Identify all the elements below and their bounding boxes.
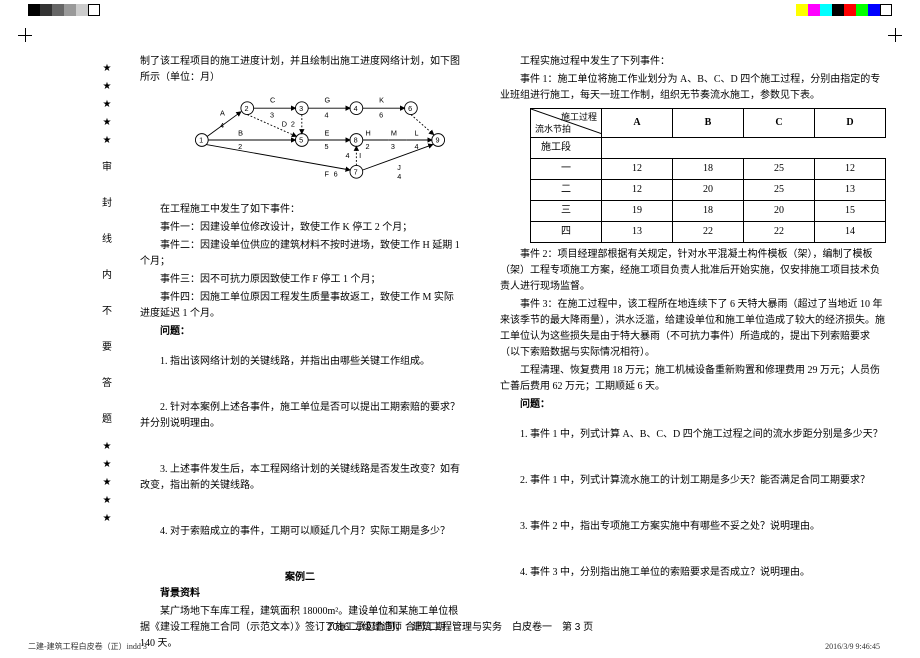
question-1: 1. 事件 1 中，列式计算 A、B、C、D 四个施工过程之间的流水步距分别是多… [500,427,886,443]
svg-text:6: 6 [379,110,383,119]
table-diagonal-header: 施工过程 流水节拍 [531,109,602,138]
svg-text:B: B [238,128,243,137]
question-2: 2. 针对本案例上述各事件，施工单位是否可以提出工期索赔的要求？并分别说明理由。 [140,400,460,432]
col-header: C [744,109,815,138]
event-item: 事件三：因不可抗力原因致使工作 F 停工 1 个月； [140,272,460,288]
imposition-filename: 二建-建筑工程白皮卷（正）indd 3 [28,641,147,654]
registration-bar-right [796,4,892,16]
svg-text:5: 5 [325,142,329,151]
events-heading: 在工程施工中发生了如下事件： [140,202,460,218]
table-row: 三 19 18 20 15 [531,201,886,222]
event-3b-text: 工程清理、恢复费用 18 万元；施工机械设备重新购置和修理费用 29 万元；人员… [500,363,886,395]
flow-parameter-table: 施工过程 流水节拍 A B C D 施工段 一 12 18 25 12 二 12… [530,108,886,243]
svg-text:L: L [415,128,419,137]
question-4: 4. 对于索赔成立的事件，工期可以顺延几个月？实际工期是多少？ [140,524,460,540]
network-diagram: 1 2 3 4 5 6 7 8 9 A4 C3 G4 K6 B2 D2 E5 H… [180,90,460,196]
svg-text:2: 2 [291,119,295,128]
svg-text:H: H [365,128,370,137]
svg-text:F: F [325,169,330,178]
registration-bar-left [28,4,100,16]
table-row: 二 12 20 25 13 [531,180,886,201]
svg-text:4: 4 [345,151,349,160]
svg-text:J: J [397,163,401,172]
col-header: B [673,109,744,138]
crop-mark-icon [888,28,902,42]
svg-text:K: K [379,96,384,105]
background-heading: 背景资料 [140,586,460,602]
question-3: 3. 事件 2 中，指出专项施工方案实施中有哪些不妥之处？说明理由。 [500,519,886,535]
svg-text:2: 2 [238,142,242,151]
svg-text:C: C [270,96,275,105]
svg-text:3: 3 [270,110,274,119]
event-item: 事件二：因建设单位供应的建筑材料不按时进场，致使工作 H 延期 1 个月； [140,238,460,270]
page-footer: 2016 二级建造师 建筑工程管理与实务 白皮卷一 第 3 页 [0,620,920,636]
svg-text:5: 5 [299,136,303,145]
crop-mark-icon [18,28,32,42]
svg-text:6: 6 [408,104,412,113]
imposition-timestamp: 2016/3/9 9:46:45 [825,641,880,654]
question-2: 2. 事件 1 中，列式计算流水施工的计划工期是多少天？能否满足合同工期要求？ [500,473,886,489]
event-item: 事件一：因建设单位修改设计，致使工作 K 停工 2 个月； [140,220,460,236]
right-column: 工程实施过程中发生了下列事件： 事件 1：施工单位将施工作业划分为 A、B、C、… [500,52,886,618]
left-column: 制了该工程项目的施工进度计划，并且绘制出施工进度网络计划，如下图所示（单位：月）… [90,52,460,618]
row-label: 施工段 [531,138,602,159]
event-1-text: 事件 1：施工单位将施工作业划分为 A、B、C、D 四个施工过程，分别由指定的专… [500,72,886,104]
questions-heading: 问题： [140,324,460,340]
svg-text:6: 6 [334,169,338,178]
case-2-title: 案例二 [140,570,460,586]
svg-text:M: M [391,128,397,137]
svg-text:4: 4 [220,121,224,130]
svg-text:4: 4 [397,172,401,181]
questions-heading: 问题： [500,397,886,413]
col-header: D [815,109,886,138]
svg-text:9: 9 [435,136,439,145]
svg-text:I: I [359,151,361,160]
svg-text:D: D [282,119,287,128]
question-3: 3. 上述事件发生后，本工程网络计划的关键线路是否发生改变？如有改变，指出新的关… [140,462,460,494]
svg-text:3: 3 [299,104,303,113]
event-3-text: 事件 3：在施工过程中，该工程所在地连续下了 6 天特大暴雨（超过了当地近 10… [500,297,886,361]
svg-text:4: 4 [354,104,358,113]
svg-text:7: 7 [354,168,358,177]
col-header: A [602,109,673,138]
table-row: 四 13 22 22 14 [531,222,886,243]
question-1: 1. 指出该网络计划的关键线路，并指出由哪些关键工作组成。 [140,354,460,370]
svg-text:3: 3 [391,142,395,151]
left-intro: 制了该工程项目的施工进度计划，并且绘制出施工进度网络计划，如下图所示（单位：月） [140,54,460,86]
svg-text:2: 2 [245,104,249,113]
svg-text:8: 8 [354,136,358,145]
event-item: 事件四：因施工单位原因工程发生质量事故返工，致使工作 M 实际进度延迟 1 个月… [140,290,460,322]
event-2-text: 事件 2：项目经理部根据有关规定，针对水平混凝土构件模板（架），编制了模板（架）… [500,247,886,295]
right-intro: 工程实施过程中发生了下列事件： [500,54,886,70]
table-row: 一 12 18 25 12 [531,159,886,180]
svg-text:2: 2 [365,142,369,151]
svg-text:1: 1 [199,136,203,145]
svg-text:G: G [325,96,331,105]
svg-text:4: 4 [325,110,329,119]
svg-text:A: A [220,108,225,117]
svg-text:E: E [325,128,330,137]
question-4: 4. 事件 3 中，分别指出施工单位的索赔要求是否成立？说明理由。 [500,565,886,581]
